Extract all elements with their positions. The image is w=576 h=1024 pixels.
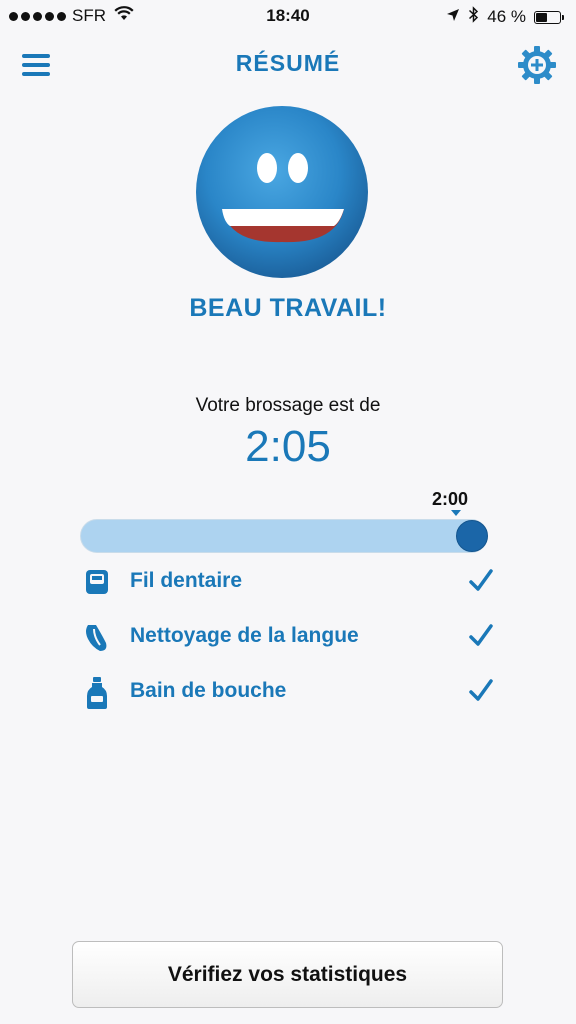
status-right: 46 %: [446, 6, 564, 28]
target-time-label: 2:00: [432, 489, 469, 509]
location-arrow-icon: [446, 7, 460, 27]
brushing-label: Votre brossage est de: [195, 395, 381, 416]
checklist-item-floss[interactable]: Fil dentaire: [0, 560, 576, 604]
checklist-item-label: Bain de bouche: [130, 679, 287, 702]
checklist-item-label: Fil dentaire: [130, 569, 243, 592]
checkmark-icon: [468, 678, 494, 704]
tongue-icon: [82, 621, 112, 653]
status-bar: SFR 18:40 46 %: [0, 0, 576, 32]
checklist-item-tongue[interactable]: Nettoyage de la langue: [0, 615, 576, 659]
brushing-progress-bar: [80, 519, 488, 553]
gear-plus-icon[interactable]: [516, 44, 558, 86]
checkmark-icon: [468, 568, 494, 594]
nav-bar: RÉSUMÉ: [0, 36, 576, 92]
smiley-face-icon: [194, 104, 370, 280]
floss-icon: [82, 566, 112, 598]
headline: BEAU TRAVAIL!: [189, 294, 387, 322]
target-marker-icon: [451, 510, 461, 516]
battery-icon: [534, 10, 564, 24]
page-title: RÉSUMÉ: [235, 50, 341, 76]
battery-fill: [536, 12, 547, 22]
checklist-item-mouthwash[interactable]: Bain de bouche: [0, 670, 576, 714]
battery-percent: 46 %: [487, 7, 526, 26]
summary-screen: SFR 18:40 46 % RÉSUMÉ BEAU TRAVAIL! Votr…: [0, 0, 576, 1024]
view-statistics-button[interactable]: Vérifiez vos statistiques: [72, 941, 503, 1008]
brushing-time: 2:05: [245, 422, 331, 471]
bluetooth-icon: [468, 6, 479, 28]
progress-knob: [456, 520, 488, 552]
checklist-item-label: Nettoyage de la langue: [130, 624, 359, 647]
mouthwash-bottle-icon: [82, 676, 112, 709]
checkmark-icon: [468, 623, 494, 649]
